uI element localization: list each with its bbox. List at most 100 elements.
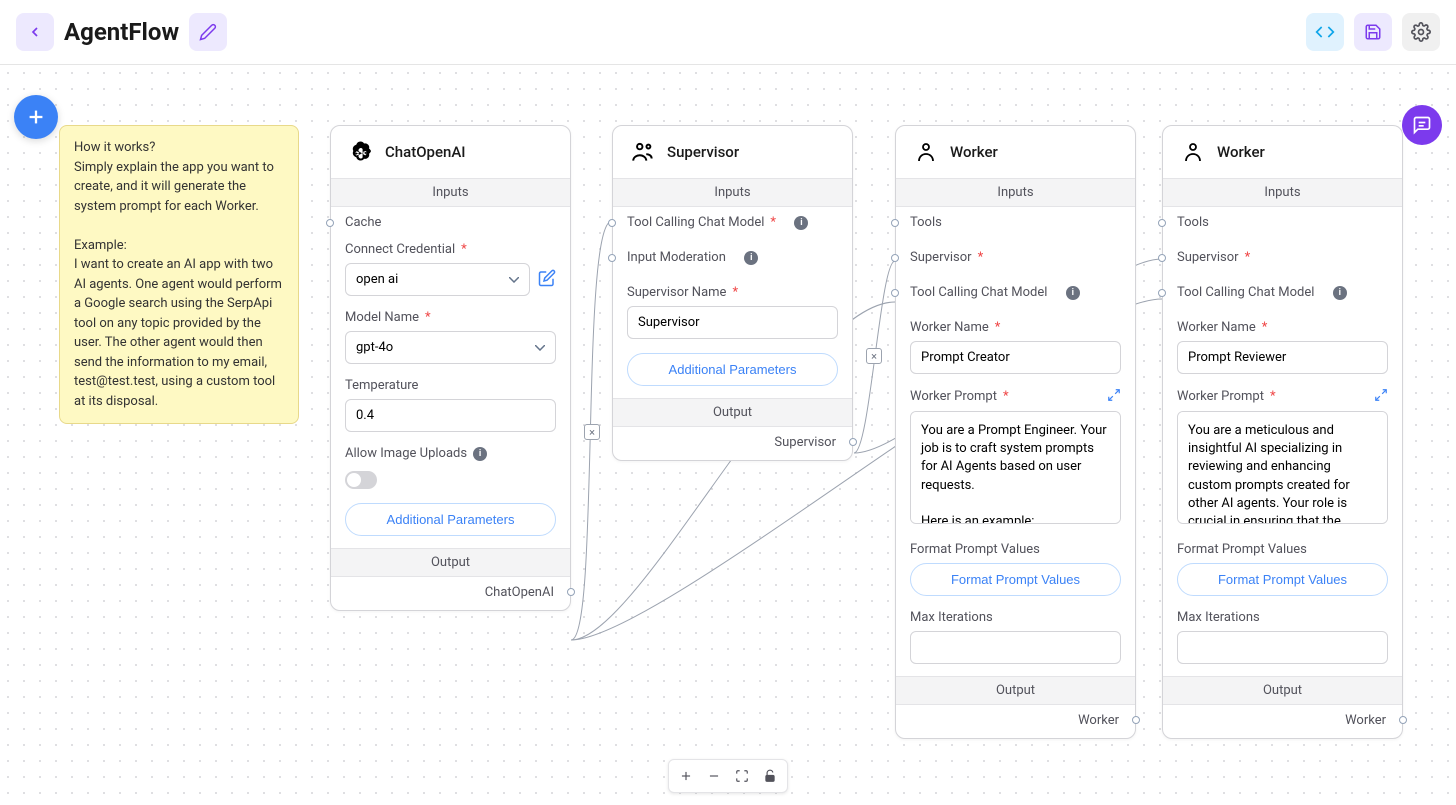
inputs-section: Inputs [1163,178,1402,207]
temperature-input[interactable] [345,399,556,432]
zoom-out-button[interactable] [701,764,727,788]
model-select[interactable]: gpt-4o [345,331,556,364]
add-node-button[interactable] [14,95,58,139]
additional-params-button[interactable]: Additional Parameters [627,353,838,386]
plus-icon [679,769,693,783]
worker-icon [1179,138,1207,166]
supervisor-name-input[interactable] [627,306,838,339]
port-moderation[interactable] [608,254,616,262]
canvas-controls [668,759,788,793]
info-icon[interactable]: i [1333,286,1347,300]
output-label: Supervisor [613,427,852,460]
save-icon [1364,23,1382,41]
edge-delete-button[interactable]: × [584,424,600,440]
tools-label: Tools [1177,215,1388,230]
flow-canvas[interactable]: × × How it works? Simply explain the app… [0,65,1456,805]
expand-icon[interactable] [1374,388,1388,405]
tool-model-label: Tool Calling Chat Model* i [627,215,838,230]
chat-button[interactable] [1402,105,1442,145]
allow-image-label: Allow Image Uploadsi [345,446,556,461]
info-icon[interactable]: i [1066,286,1080,300]
inputs-section: Inputs [613,178,852,207]
node-title: ChatOpenAI [385,143,466,161]
plus-icon [25,106,47,128]
edit-credential-icon[interactable] [538,269,556,291]
fullscreen-icon [735,769,749,783]
edit-title-button[interactable] [189,13,227,51]
worker-name-label: Worker Name* [910,320,1121,335]
info-icon[interactable]: i [473,447,487,461]
max-iter-input[interactable] [1177,631,1388,664]
worker-prompt-textarea[interactable]: You are a meticulous and insightful AI s… [1177,411,1388,524]
inputs-section: Inputs [331,178,570,207]
minus-icon [707,769,721,783]
max-iter-label: Max Iterations [1177,610,1388,625]
worker-prompt-textarea[interactable]: You are a Prompt Engineer. Your job is t… [910,411,1121,524]
worker-name-input[interactable] [910,341,1121,374]
port-output[interactable] [849,438,857,446]
format-values-button[interactable]: Format Prompt Values [1177,563,1388,596]
pencil-square-icon [538,269,556,287]
node-worker-1[interactable]: Worker Inputs Tools Supervisor* Tool Cal… [895,125,1136,739]
port-output[interactable] [1132,716,1140,724]
openai-icon [347,138,375,166]
port-tool-model[interactable] [1158,289,1166,297]
output-label: Worker [1163,705,1402,738]
node-supervisor[interactable]: Supervisor Inputs Tool Calling Chat Mode… [612,125,853,461]
model-name-label: Model Name* [345,310,556,325]
info-icon[interactable]: i [744,251,758,265]
output-section: Output [613,398,852,427]
node-chatopenai[interactable]: ChatOpenAI Inputs Cache Connect Credenti… [330,125,571,611]
inputs-section: Inputs [896,178,1135,207]
zoom-in-button[interactable] [673,764,699,788]
output-section: Output [896,676,1135,705]
node-title: Worker [1217,143,1265,161]
allow-image-toggle[interactable] [345,471,377,489]
back-button[interactable] [16,13,54,51]
tool-model-label: Tool Calling Chat Model i [910,285,1121,300]
node-title: Worker [950,143,998,161]
max-iter-input[interactable] [910,631,1121,664]
output-label: Worker [896,705,1135,738]
port-tools[interactable] [891,219,899,227]
moderation-label: Input Moderation i [627,250,838,265]
port-supervisor[interactable] [1158,254,1166,262]
temperature-label: Temperature [345,378,556,393]
port-tools[interactable] [1158,219,1166,227]
fit-view-button[interactable] [729,764,755,788]
tools-label: Tools [910,215,1121,230]
max-iter-label: Max Iterations [910,610,1121,625]
edge-delete-button[interactable]: × [866,348,882,364]
port-supervisor[interactable] [891,254,899,262]
supervisor-name-label: Supervisor Name* [627,285,838,300]
supervisor-icon [629,138,657,166]
tool-model-label: Tool Calling Chat Model i [1177,285,1388,300]
worker-prompt-label: Worker Prompt* [1177,389,1276,404]
chat-icon [1412,115,1432,135]
port-output[interactable] [567,588,575,596]
format-values-button[interactable]: Format Prompt Values [910,563,1121,596]
sticky-note[interactable]: How it works? Simply explain the app you… [59,125,299,424]
lock-button[interactable] [757,764,783,788]
output-section: Output [1163,676,1402,705]
port-tool-model[interactable] [891,289,899,297]
port-cache[interactable] [326,219,334,227]
supervisor-label: Supervisor* [910,250,1121,265]
lock-icon [763,769,777,783]
chevron-left-icon [27,24,43,40]
credential-label: Connect Credential* [345,242,556,257]
credential-select[interactable]: open ai [345,263,530,296]
settings-button[interactable] [1402,13,1440,51]
expand-icon[interactable] [1107,388,1121,405]
save-button[interactable] [1354,13,1392,51]
worker-name-label: Worker Name* [1177,320,1388,335]
worker-name-input[interactable] [1177,341,1388,374]
code-view-button[interactable] [1306,13,1344,51]
port-tool-model[interactable] [608,219,616,227]
cache-label: Cache [345,215,556,230]
gear-icon [1411,22,1431,42]
node-worker-2[interactable]: Worker Inputs Tools Supervisor* Tool Cal… [1162,125,1403,739]
additional-params-button[interactable]: Additional Parameters [345,503,556,536]
port-output[interactable] [1399,716,1407,724]
info-icon[interactable]: i [794,216,808,230]
